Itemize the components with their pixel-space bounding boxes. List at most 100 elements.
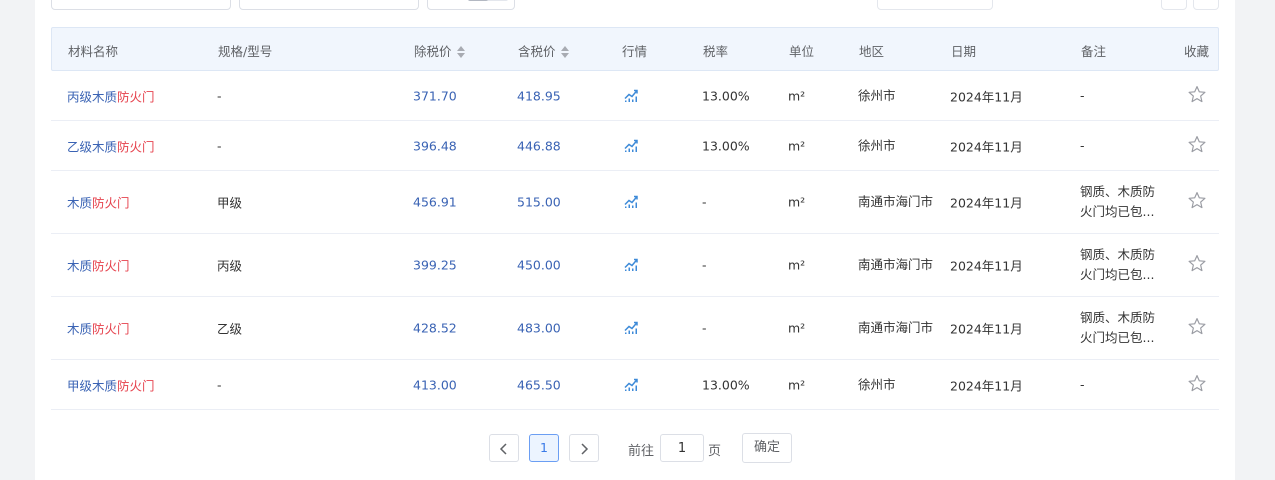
- confirm-button[interactable]: 确定: [742, 433, 792, 463]
- star-outline-icon[interactable]: [1187, 317, 1207, 337]
- header-spec: 规格/型号: [218, 44, 273, 59]
- view-mode-button[interactable]: [877, 0, 993, 10]
- header-price-ex-label: 除税价: [414, 44, 452, 59]
- material-search-input[interactable]: [51, 0, 231, 10]
- material-name-prefix: 木质: [67, 258, 93, 274]
- trend-chart-icon[interactable]: [623, 256, 639, 272]
- material-name-highlight: 防火门: [117, 139, 155, 154]
- star-outline-icon[interactable]: [1187, 134, 1207, 154]
- tax-rate-cell: -: [702, 194, 707, 210]
- note-cell: 钢质、木质防火门均已包...: [1080, 184, 1156, 219]
- table-row: 甲级木质防火门 - 413.00 465.50 13.00% m² 徐州市 2024年11月 -: [51, 360, 1219, 410]
- material-name-prefix: 乙级木质: [67, 139, 118, 154]
- price-in-tax-cell: 515.00: [517, 194, 561, 210]
- spec-cell: -: [217, 377, 222, 392]
- chevron-left-icon: [499, 443, 507, 455]
- trend-cell[interactable]: [623, 193, 639, 212]
- region-cell: 南通市海门市: [858, 320, 934, 335]
- trend-cell[interactable]: [623, 86, 639, 105]
- table-row: 乙级木质防火门 - 396.48 446.88 13.00% m² 徐州市 2024年11月 -: [51, 121, 1219, 171]
- favorite-cell[interactable]: [1187, 317, 1207, 340]
- header-price-in-label: 含税价: [518, 44, 556, 59]
- spec-cell: 丙级: [217, 258, 243, 274]
- header-note: 备注: [1081, 44, 1107, 59]
- sort-icon[interactable]: [560, 45, 569, 58]
- price-in-tax-cell: 465.50: [517, 377, 561, 392]
- date-cell: 2024年11月: [950, 139, 1023, 154]
- date-cell: 2024年11月: [950, 321, 1023, 337]
- price-in-tax-cell: 446.88: [517, 138, 561, 153]
- star-outline-icon[interactable]: [1187, 191, 1207, 211]
- sort-icon[interactable]: [456, 45, 465, 58]
- price-list-card: 材料名称 规格/型号 除税价 含税价 行情 税率 单位 地区 日期 备注 收藏 …: [35, 0, 1235, 480]
- next-page-button[interactable]: [569, 434, 599, 462]
- price-ex-tax-cell: 399.25: [413, 257, 457, 273]
- unit-cell: m²: [788, 138, 806, 153]
- goto-page-input[interactable]: [660, 434, 704, 462]
- header-trend: 行情: [622, 44, 648, 59]
- price-ex-tax-cell: 456.91: [413, 194, 457, 210]
- material-name-prefix: 丙级木质: [67, 89, 118, 104]
- note-cell: 钢质、木质防火门均已包...: [1080, 247, 1156, 282]
- unit-cell: m²: [788, 320, 806, 336]
- page-number-current[interactable]: 1: [529, 434, 559, 462]
- star-outline-icon[interactable]: [1187, 373, 1207, 393]
- toggle-knob[interactable]: [468, 0, 508, 1]
- tax-rate-cell: -: [702, 257, 707, 273]
- table-row: 木质防火门 乙级 428.52 483.00 - m² 南通市海门市 2024年11月 钢质、木…: [51, 297, 1219, 360]
- favorite-cell[interactable]: [1187, 84, 1207, 107]
- table-header: 材料名称 规格/型号 除税价 含税价 行情 税率 单位 地区 日期 备注 收藏: [51, 27, 1219, 71]
- trend-cell[interactable]: [623, 256, 639, 275]
- header-region: 地区: [859, 44, 885, 59]
- table-row: 木质防火门 甲级 456.91 515.00 - m² 南通市海门市 2024年11月 钢质、木…: [51, 171, 1219, 234]
- favorite-cell[interactable]: [1187, 254, 1207, 277]
- header-price-ex-tax[interactable]: 除税价: [414, 41, 465, 60]
- toolbar-button-left[interactable]: [1161, 0, 1187, 10]
- filter-toggle[interactable]: [427, 0, 515, 10]
- price-ex-tax-cell: 371.70: [413, 88, 457, 103]
- trend-chart-icon[interactable]: [623, 193, 639, 209]
- spec-search-input[interactable]: [239, 0, 419, 10]
- prev-page-button[interactable]: [489, 434, 519, 462]
- region-cell: 南通市海门市: [858, 257, 934, 272]
- star-outline-icon[interactable]: [1187, 254, 1207, 274]
- material-name-link[interactable]: 甲级木质防火门: [67, 375, 155, 394]
- price-in-tax-cell: 418.95: [517, 88, 561, 103]
- goto-label: 前往: [628, 444, 655, 459]
- material-name-link[interactable]: 木质防火门: [67, 319, 130, 338]
- price-in-tax-cell: 450.00: [517, 257, 561, 273]
- trend-cell[interactable]: [623, 375, 639, 394]
- pagination: 1 前往 页 确定: [35, 433, 1235, 464]
- region-cell: 徐州市: [858, 87, 896, 103]
- trend-cell[interactable]: [623, 136, 639, 155]
- material-name-link[interactable]: 木质防火门: [67, 256, 130, 275]
- material-price-table: 材料名称 规格/型号 除税价 含税价 行情 税率 单位 地区 日期 备注 收藏 …: [51, 27, 1219, 410]
- toolbar-button-right[interactable]: [1193, 0, 1219, 10]
- region-cell: 南通市海门市: [858, 194, 934, 209]
- tax-rate-cell: 13.00%: [702, 138, 750, 153]
- material-name-prefix: 木质: [67, 321, 93, 337]
- material-name-highlight: 防火门: [92, 195, 130, 211]
- header-price-in-tax[interactable]: 含税价: [518, 41, 569, 60]
- trend-chart-icon[interactable]: [623, 319, 639, 335]
- trend-chart-icon[interactable]: [623, 136, 639, 152]
- unit-cell: m²: [788, 257, 806, 273]
- tax-rate-cell: 13.00%: [702, 377, 750, 392]
- material-name-link[interactable]: 乙级木质防火门: [67, 136, 155, 155]
- trend-cell[interactable]: [623, 319, 639, 338]
- header-name: 材料名称: [68, 44, 119, 59]
- material-name-link[interactable]: 木质防火门: [67, 193, 130, 212]
- tax-rate-cell: 13.00%: [702, 88, 750, 103]
- spec-cell: 甲级: [217, 195, 243, 211]
- star-outline-icon[interactable]: [1187, 84, 1207, 104]
- material-name-link[interactable]: 丙级木质防火门: [67, 86, 155, 105]
- filter-toolbar: [35, 0, 1235, 12]
- favorite-cell[interactable]: [1187, 134, 1207, 157]
- header-favorite: 收藏: [1184, 44, 1210, 59]
- trend-chart-icon[interactable]: [623, 86, 639, 102]
- favorite-cell[interactable]: [1187, 191, 1207, 214]
- trend-chart-icon[interactable]: [623, 375, 639, 391]
- material-name-highlight: 防火门: [92, 258, 130, 274]
- region-cell: 徐州市: [858, 137, 896, 153]
- favorite-cell[interactable]: [1187, 373, 1207, 396]
